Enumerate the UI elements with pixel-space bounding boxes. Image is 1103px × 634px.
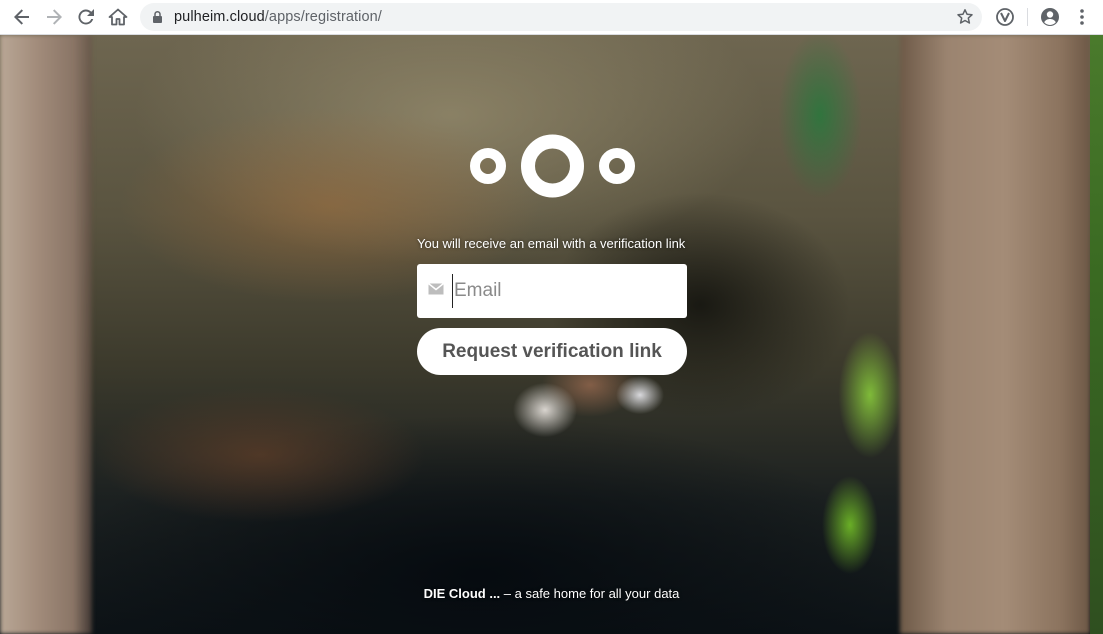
footer-brand-link[interactable]: DIE Cloud ... (424, 586, 501, 601)
background-leaves-edge (1090, 35, 1103, 634)
menu-button[interactable] (1070, 5, 1094, 29)
address-bar[interactable]: pulheim.cloud/apps/registration/ (140, 3, 982, 31)
vivaldi-extension-icon (996, 8, 1014, 26)
kebab-menu-icon (1080, 9, 1084, 25)
background-foliage (760, 35, 910, 634)
url-text[interactable]: pulheim.cloud/apps/registration/ (174, 9, 382, 25)
toolbar-separator (1027, 8, 1028, 26)
back-button[interactable] (10, 5, 34, 29)
browser-window: pulheim.cloud/apps/registration/ You wil… (0, 0, 1103, 634)
account-circle-icon (1041, 8, 1059, 26)
nextcloud-logo (470, 134, 635, 198)
arrow-back-icon (14, 9, 29, 25)
url-path: /apps/registration/ (264, 9, 382, 25)
forward-button[interactable] (42, 5, 66, 29)
arrow-forward-icon (47, 9, 62, 25)
extension-button[interactable] (993, 5, 1017, 29)
page-background: You will receive an email with a verific… (0, 35, 1103, 634)
star-icon[interactable] (956, 8, 974, 26)
profile-button[interactable] (1038, 5, 1062, 29)
request-verification-button[interactable]: Request verification link (417, 328, 687, 375)
background-tree-left (0, 35, 92, 634)
footer-tagline: – a safe home for all your data (500, 586, 680, 601)
background-tree-right (900, 35, 1090, 634)
reload-button[interactable] (74, 5, 98, 29)
email-field-container[interactable] (417, 264, 687, 318)
home-icon (108, 8, 128, 26)
lock-icon[interactable] (152, 10, 163, 24)
url-host: pulheim.cloud (174, 9, 265, 25)
mail-icon (428, 283, 444, 295)
home-button[interactable] (106, 5, 130, 29)
email-input[interactable] (452, 274, 679, 308)
footer: DIE Cloud ... – a safe home for all your… (0, 586, 1103, 602)
reload-icon (78, 9, 94, 25)
verification-info-text: You will receive an email with a verific… (417, 236, 686, 251)
browser-toolbar: pulheim.cloud/apps/registration/ (0, 0, 1103, 35)
